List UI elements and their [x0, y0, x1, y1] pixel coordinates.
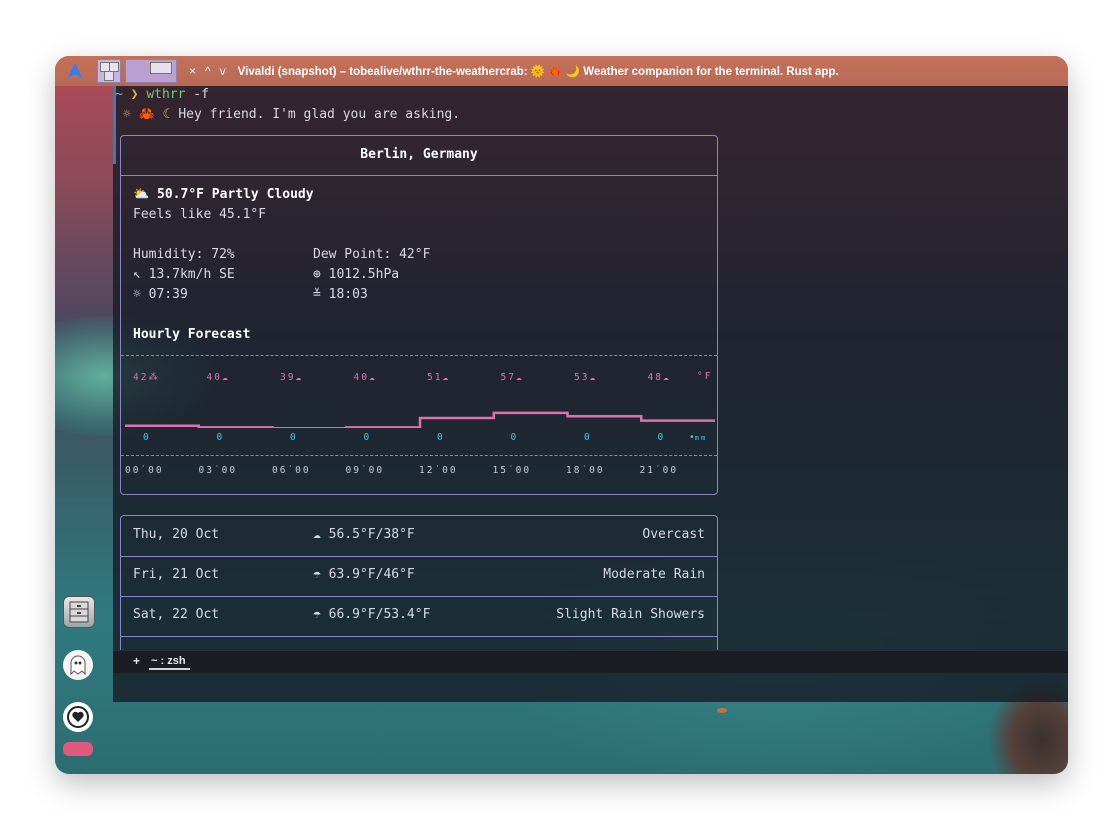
close-icon[interactable]: × — [189, 64, 196, 78]
prompt-tilde: ~ — [115, 87, 123, 102]
terminal-window[interactable]: ~ ❯ wthrr -f ☼ 🦀 ☾ Hey friend. I'm glad … — [113, 86, 1068, 702]
hourly-precip-label: 0 — [437, 432, 443, 443]
wind: ↖ 13.7km/h SE — [133, 267, 235, 282]
hourly-time-label: 18˙00 — [566, 465, 605, 476]
partly-cloudy-icon: ⛅ — [133, 187, 150, 202]
maximize-icon[interactable]: ^ — [205, 64, 211, 78]
files-icon[interactable] — [63, 596, 95, 628]
hourly-precip-label: 0 — [290, 432, 296, 443]
heart-app-icon[interactable] — [63, 702, 93, 732]
hourly-temp-label: 40☁ — [206, 372, 230, 383]
hourly-time-label: 09˙00 — [345, 465, 385, 476]
daily-date: Thu, 20 Oct — [133, 527, 220, 542]
command-arg: -f — [193, 87, 209, 102]
hourly-time-label: 15˙00 — [492, 465, 532, 476]
dock — [61, 596, 95, 774]
hourly-temp-label: 57☁ — [500, 372, 524, 383]
hourly-precip-label: 0 — [584, 432, 590, 443]
prompt-line: ~ ❯ wthrr -f — [115, 87, 209, 102]
desktop-screen: × ^ v Vivaldi (snapshot) – tobealive/wth… — [55, 56, 1068, 774]
pressure: ⊕ 1012.5hPa — [313, 267, 400, 282]
current-temp: ⛅ 50.7°F Partly Cloudy — [133, 187, 314, 202]
daily-condition: Moderate Rain — [603, 567, 705, 582]
hourly-temp-label: 53☁ — [574, 372, 598, 383]
daily-date: Fri, 21 Oct — [133, 567, 220, 582]
hourly-precip-label: 0 — [216, 432, 223, 443]
hourly-temp-label: 48☁ — [647, 372, 671, 383]
hourly-time-label: 12˙00 — [419, 465, 458, 476]
pager-desktop-2[interactable] — [125, 59, 177, 83]
feels-like: Feels like 45.1°F — [133, 207, 267, 222]
daily-forecast-box: Thu, 20 Oct ☁ 56.5°F/38°F Overcast Fri, 21 … — [120, 515, 718, 656]
window-controls: × ^ v — [189, 64, 226, 78]
dew-point: Dew Point: 42°F — [313, 247, 431, 262]
hourly-temp-label: 40☁ — [353, 372, 377, 383]
greeting-line: ☼ 🦀 ☾ Hey friend. I'm glad you are askin… — [123, 107, 460, 122]
new-tab-button[interactable]: + — [133, 654, 140, 668]
location-title: Berlin, Germany — [360, 147, 478, 162]
daily-condition: Slight Rain Showers — [556, 607, 705, 622]
virtual-desktop-pager[interactable] — [97, 59, 177, 83]
hourly-heading: Hourly Forecast — [133, 327, 251, 342]
arch-logo-icon[interactable] — [55, 56, 95, 86]
daily-temps: ☂ 63.9°F/46°F — [313, 567, 415, 582]
hourly-temp-label: 39☁ — [280, 372, 304, 383]
wallpaper-spark — [717, 708, 727, 713]
daily-condition: Overcast — [642, 527, 705, 542]
hourly-temp-line — [125, 411, 715, 428]
sunrise: ☼ 07:39 — [133, 287, 188, 302]
top-panel: × ^ v Vivaldi (snapshot) – tobealive/wth… — [55, 56, 1068, 86]
pager-desktop-1[interactable] — [97, 59, 121, 83]
greeting-text: Hey friend. I'm glad you are asking. — [178, 107, 461, 122]
camera-app-icon[interactable] — [63, 742, 93, 756]
temp-unit: °F — [697, 371, 713, 382]
hourly-precip-label: 0 — [657, 432, 664, 443]
daily-temps: ☂ 66.9°F/53.4°F — [313, 607, 431, 622]
tab-zsh[interactable]: ~ : zsh — [149, 655, 190, 670]
daily-temps: ☁ 56.5°F/38°F — [313, 527, 415, 542]
precip-unit: •mm — [689, 432, 708, 443]
hourly-time-label: 00˙00 — [125, 465, 164, 476]
hourly-precip-label: 0 — [143, 432, 149, 443]
hourly-precip-label: 0 — [510, 432, 517, 443]
ghost-app-icon[interactable] — [63, 650, 93, 680]
humidity: Humidity: 72% — [133, 247, 235, 262]
daily-date: Sat, 22 Oct — [133, 607, 220, 622]
hourly-time-label: 21˙00 — [639, 465, 679, 476]
command-name: wthrr — [146, 87, 186, 102]
current-weather-box: Berlin, Germany ⛅ 50.7°F Partly Cloudy F… — [120, 135, 718, 495]
hourly-time-label: 03˙00 — [198, 465, 238, 476]
prompt-arrow: ❯ — [130, 87, 139, 102]
minimize-icon[interactable]: v — [220, 64, 226, 78]
sunset: ≚ 18:03 — [313, 287, 368, 302]
hourly-precip-label: 0 — [363, 432, 370, 443]
window-title[interactable]: Vivaldi (snapshot) – tobealive/wthrr-the… — [238, 64, 839, 78]
hourly-temp-label: 51☁ — [427, 372, 451, 383]
greeting-icons: ☼ 🦀 ☾ — [123, 107, 171, 122]
hourly-temp-label: 42⁂ — [133, 372, 160, 383]
hourly-time-label: 06˙00 — [272, 465, 311, 476]
terminal-tab-bar: + ~ : zsh — [113, 650, 1068, 673]
